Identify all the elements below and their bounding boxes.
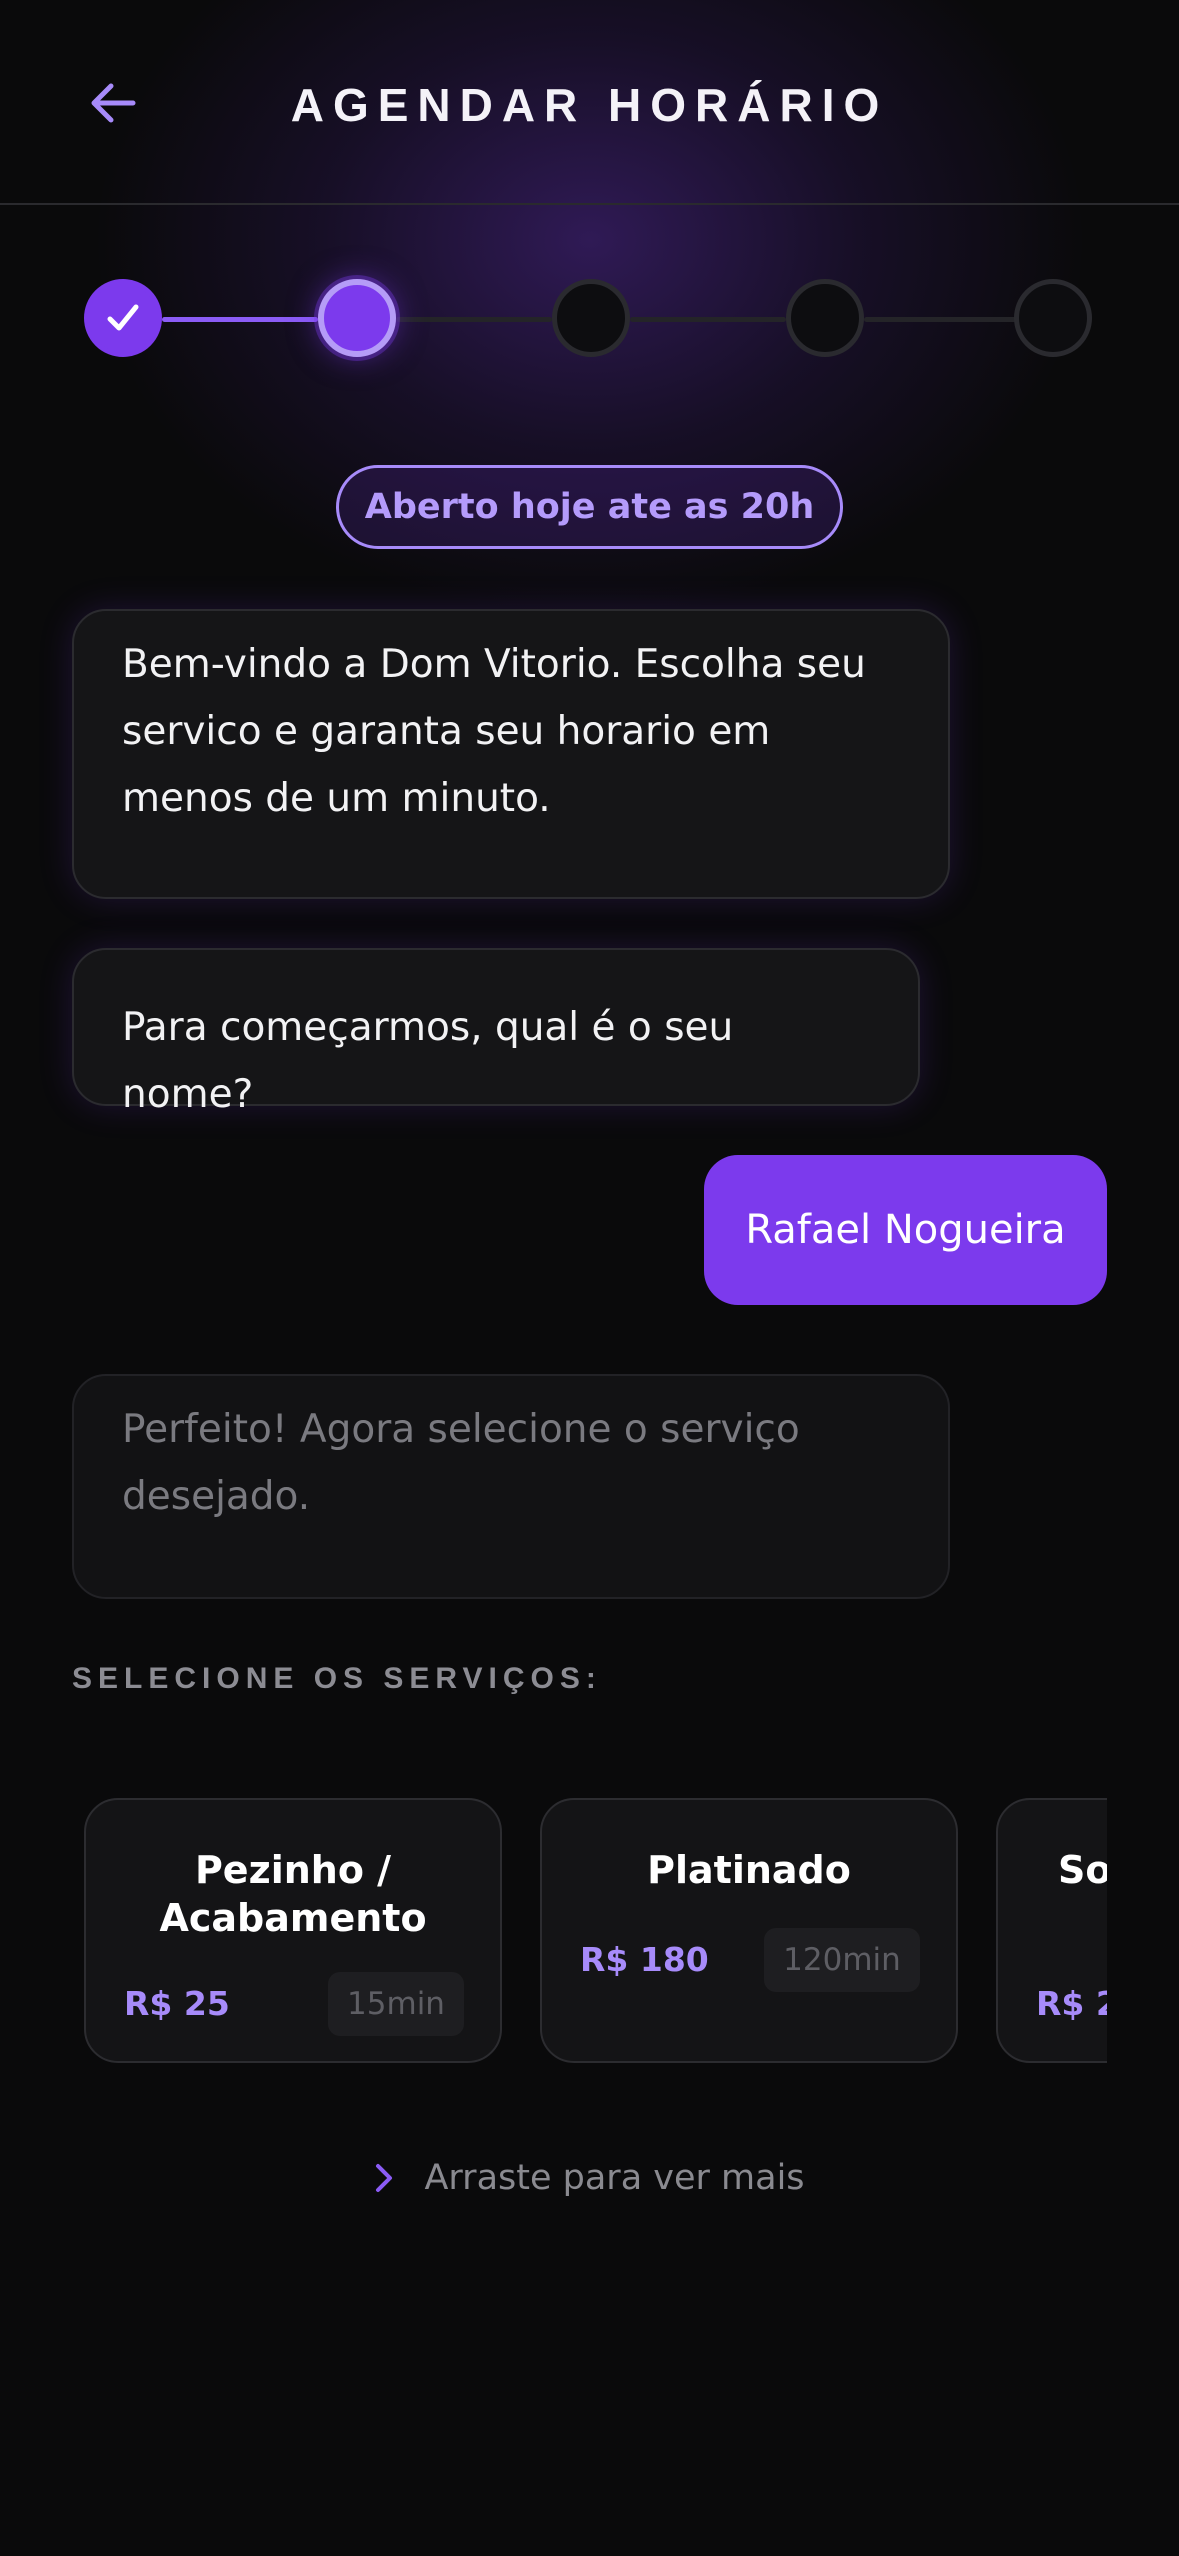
scroll-hint: Arraste para ver mais (0, 2158, 1179, 2198)
step-4 (786, 279, 864, 357)
bot-message-select-service: Perfeito! Agora selecione o serviço dese… (72, 1374, 950, 1599)
progress-stepper (0, 275, 1179, 365)
step-5 (1014, 279, 1092, 357)
step-connector-2 (396, 317, 552, 322)
bot-message-welcome: Bem-vindo a Dom Vitorio. Escolha seu ser… (72, 609, 950, 899)
service-price: R$ 25 (124, 1984, 230, 2023)
step-1-completed (84, 279, 162, 357)
service-duration: 15min (328, 1972, 464, 2036)
step-connector-1 (162, 317, 318, 322)
service-card-platinado[interactable]: Platinado R$ 180 120min (540, 1798, 958, 2063)
step-connector-4 (864, 317, 1020, 322)
scroll-hint-text: Arraste para ver mais (424, 2158, 805, 2198)
service-title: Pezinho / Acabamento (159, 1848, 427, 1940)
check-icon (107, 304, 139, 331)
step-2-current (318, 279, 396, 357)
step-3 (552, 279, 630, 357)
step-connector-3 (630, 317, 786, 322)
status-badge: Aberto hoje ate as 20h (336, 465, 843, 549)
service-card-pezinho[interactable]: Pezinho / Acabamento R$ 25 15min (84, 1798, 502, 2063)
services-section-label: SELECIONE OS SERVIÇOS: (72, 1662, 602, 1695)
page-title: AGENDAR HORÁRIO (290, 79, 889, 131)
bot-message-ask-name: Para começarmos, qual é o seu nome? (72, 948, 920, 1117)
service-price: R$ 2( (1036, 1984, 1107, 2023)
service-title: Platinado (647, 1848, 851, 1892)
services-carousel[interactable]: Pezinho / Acabamento R$ 25 15min Platina… (72, 1788, 1107, 2078)
service-title: So (1058, 1848, 1107, 1892)
service-price: R$ 180 (580, 1940, 709, 1979)
chevron-right-icon (376, 2164, 393, 2192)
service-card-partial[interactable]: So R$ 2( (996, 1798, 1107, 2063)
service-duration: 120min (764, 1928, 920, 1992)
top-bar: AGENDAR HORÁRIO (0, 0, 1179, 205)
user-message-name: Rafael Nogueira (704, 1155, 1107, 1305)
